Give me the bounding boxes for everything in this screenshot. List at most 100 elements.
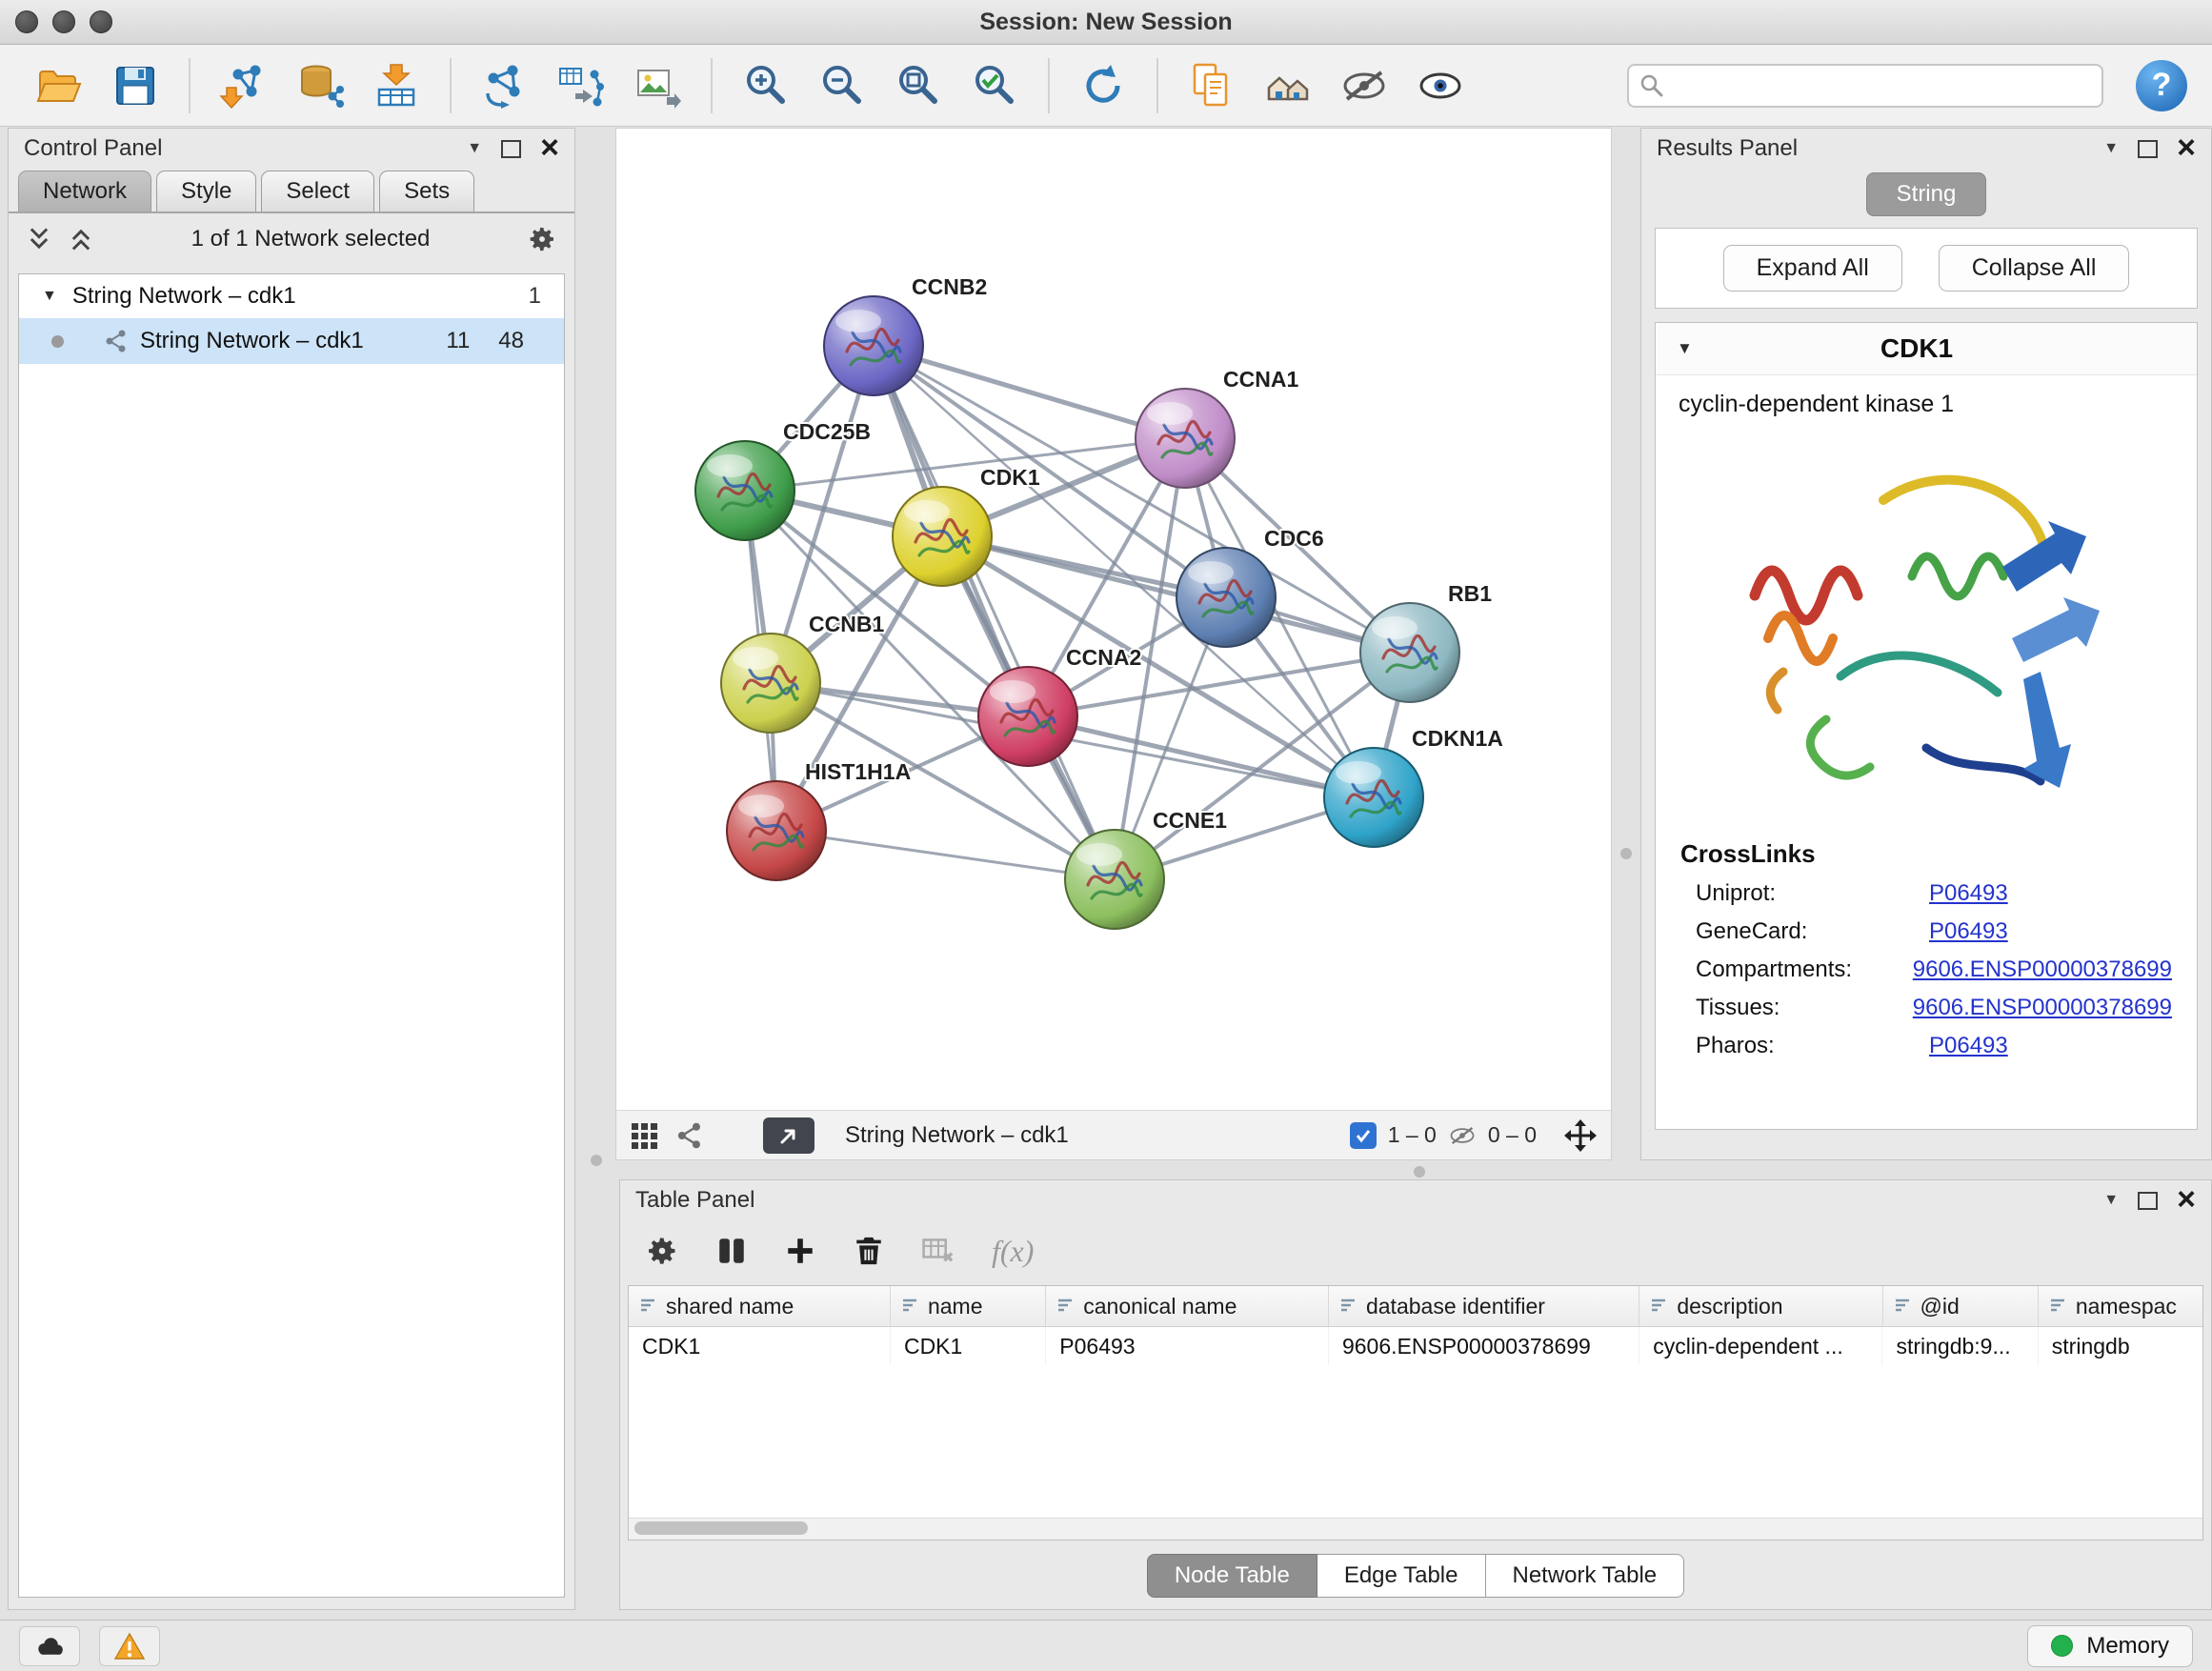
panel-float-icon[interactable] bbox=[2138, 140, 2158, 158]
show-columns-button[interactable] bbox=[715, 1235, 748, 1267]
clear-table-button[interactable] bbox=[921, 1234, 955, 1268]
panel-close-icon[interactable]: × bbox=[2177, 1187, 2196, 1213]
tab-sets[interactable]: Sets bbox=[379, 171, 474, 211]
tab-network[interactable]: Network bbox=[18, 171, 151, 211]
expand-all-networks-button[interactable] bbox=[68, 226, 94, 252]
import-table-button[interactable] bbox=[362, 52, 431, 119]
save-session-button[interactable] bbox=[101, 52, 170, 119]
network-canvas[interactable]: CCNB2CCNA1CDC25BCDK1CDC6RB1CCNB1CCNA2CDK… bbox=[616, 129, 1611, 1110]
warnings-button[interactable] bbox=[99, 1626, 160, 1666]
collapse-all-networks-button[interactable] bbox=[26, 226, 52, 252]
tab-select[interactable]: Select bbox=[261, 171, 374, 211]
tab-network-table[interactable]: Network Table bbox=[1486, 1554, 1685, 1598]
network-node-CCNA1[interactable] bbox=[1136, 389, 1235, 488]
network-node-RB1[interactable] bbox=[1360, 603, 1459, 702]
zoom-out-button[interactable] bbox=[808, 52, 876, 119]
table-cell[interactable]: CDK1 bbox=[629, 1327, 891, 1365]
tab-edge-table[interactable]: Edge Table bbox=[1317, 1554, 1486, 1598]
detach-view-button[interactable] bbox=[763, 1117, 814, 1154]
crosslink-link[interactable]: P06493 bbox=[1929, 880, 2008, 907]
network-node-CDKN1A[interactable] bbox=[1324, 748, 1423, 847]
network-options-button[interactable] bbox=[527, 224, 557, 254]
import-network-file-button[interactable] bbox=[210, 52, 278, 119]
panel-close-icon[interactable]: × bbox=[540, 135, 559, 161]
column-header[interactable]: @id bbox=[1883, 1286, 2039, 1326]
panel-float-icon[interactable] bbox=[501, 140, 521, 158]
network-node-CDK1[interactable] bbox=[893, 487, 992, 586]
horizontal-scrollbar[interactable] bbox=[629, 1518, 2202, 1540]
column-header[interactable]: shared name bbox=[629, 1286, 891, 1326]
panel-menu-icon[interactable]: ▼ bbox=[467, 140, 482, 157]
tab-style[interactable]: Style bbox=[156, 171, 256, 211]
collapse-section-icon[interactable]: ▼ bbox=[1677, 339, 1762, 358]
table-cell[interactable]: stringdb bbox=[2039, 1327, 2202, 1365]
scrollbar-thumb[interactable] bbox=[634, 1521, 808, 1535]
import-network-database-button[interactable] bbox=[286, 52, 354, 119]
network-row-selected[interactable]: String Network – cdk1 11 48 bbox=[19, 318, 564, 364]
protein-structure-image[interactable] bbox=[1726, 433, 2126, 830]
delete-column-button[interactable] bbox=[853, 1235, 885, 1267]
expand-all-button[interactable]: Expand All bbox=[1723, 245, 1902, 292]
function-builder-button[interactable]: f(x) bbox=[992, 1234, 1034, 1269]
crosslink-link[interactable]: 9606.ENSP00000378699 bbox=[1913, 995, 2172, 1021]
vertical-splitter-handle[interactable] bbox=[1620, 848, 1632, 859]
table-cell[interactable]: P06493 bbox=[1046, 1327, 1329, 1365]
network-node-HIST1H1A[interactable] bbox=[727, 781, 826, 880]
zoom-selected-button[interactable] bbox=[960, 52, 1029, 119]
table-cell[interactable]: stringdb:9... bbox=[1882, 1327, 2038, 1365]
panel-close-icon[interactable]: × bbox=[2177, 135, 2196, 161]
collection-expand-icon[interactable]: ▼ bbox=[42, 288, 57, 305]
network-collection-row[interactable]: ▼ String Network – cdk1 1 bbox=[19, 274, 564, 318]
column-header[interactable]: name bbox=[891, 1286, 1046, 1326]
search-input[interactable] bbox=[1627, 64, 2103, 108]
collapse-all-button[interactable]: Collapse All bbox=[1939, 245, 2130, 292]
network-from-table-button[interactable] bbox=[547, 52, 615, 119]
memory-button[interactable]: Memory bbox=[2027, 1625, 2193, 1667]
network-node-CCNE1[interactable] bbox=[1065, 830, 1164, 929]
protein-card-header[interactable]: ▼ CDK1 bbox=[1656, 323, 2197, 375]
zoom-in-button[interactable] bbox=[732, 52, 800, 119]
panel-menu-icon[interactable]: ▼ bbox=[2103, 140, 2119, 157]
grid-view-button[interactable] bbox=[630, 1121, 658, 1150]
hidden-indicator-icon[interactable] bbox=[1448, 1121, 1477, 1150]
table-cell[interactable]: CDK1 bbox=[891, 1327, 1046, 1365]
export-image-button[interactable] bbox=[623, 52, 692, 119]
network-node-CDC25B[interactable] bbox=[695, 441, 794, 540]
panel-float-icon[interactable] bbox=[2138, 1192, 2158, 1210]
show-glyphs-button[interactable] bbox=[1406, 52, 1475, 119]
hide-glyphs-button[interactable] bbox=[1330, 52, 1398, 119]
network-node-CCNA2[interactable] bbox=[978, 667, 1077, 766]
table-cell[interactable]: cyclin-dependent ... bbox=[1639, 1327, 1882, 1365]
tab-string[interactable]: String bbox=[1866, 172, 1986, 216]
crosslink-link[interactable]: 9606.ENSP00000378699 bbox=[1913, 956, 2172, 983]
open-session-button[interactable] bbox=[25, 52, 93, 119]
column-header[interactable]: description bbox=[1639, 1286, 1882, 1326]
table-cell[interactable]: 9606.ENSP00000378699 bbox=[1329, 1327, 1639, 1365]
refresh-button[interactable] bbox=[1069, 52, 1137, 119]
panel-menu-icon[interactable]: ▼ bbox=[2103, 1192, 2119, 1209]
selected-indicator-icon[interactable] bbox=[1350, 1122, 1377, 1149]
birdseye-toggle-button[interactable] bbox=[1563, 1118, 1598, 1153]
column-header[interactable]: canonical name bbox=[1046, 1286, 1329, 1326]
new-network-button[interactable] bbox=[471, 52, 539, 119]
crosslink-link[interactable]: P06493 bbox=[1929, 1033, 2008, 1059]
network-view-button[interactable] bbox=[675, 1121, 704, 1150]
cloud-status-button[interactable] bbox=[19, 1626, 80, 1666]
crosslink-link[interactable]: P06493 bbox=[1929, 918, 2008, 945]
help-button[interactable]: ? bbox=[2136, 60, 2187, 111]
create-column-button[interactable] bbox=[784, 1235, 816, 1267]
table-row[interactable]: CDK1 CDK1 P06493 9606.ENSP00000378699 cy… bbox=[629, 1327, 2202, 1365]
column-header[interactable]: namespac bbox=[2039, 1286, 2202, 1326]
table-options-button[interactable] bbox=[645, 1234, 679, 1268]
network-node-CDC6[interactable] bbox=[1176, 548, 1276, 647]
zoom-fit-button[interactable] bbox=[884, 52, 953, 119]
network-edge-CCNB2-CCNE1[interactable] bbox=[874, 346, 1115, 879]
horizontal-splitter-handle[interactable] bbox=[1414, 1166, 1425, 1178]
network-node-CCNB1[interactable] bbox=[721, 634, 820, 733]
network-edge-HIST1H1A-CCNE1[interactable] bbox=[776, 831, 1115, 879]
tab-node-table[interactable]: Node Table bbox=[1147, 1554, 1317, 1598]
copy-document-button[interactable] bbox=[1177, 52, 1246, 119]
column-header[interactable]: database identifier bbox=[1329, 1286, 1639, 1326]
home-button[interactable] bbox=[1254, 52, 1322, 119]
left-splitter-handle[interactable] bbox=[591, 1155, 602, 1166]
